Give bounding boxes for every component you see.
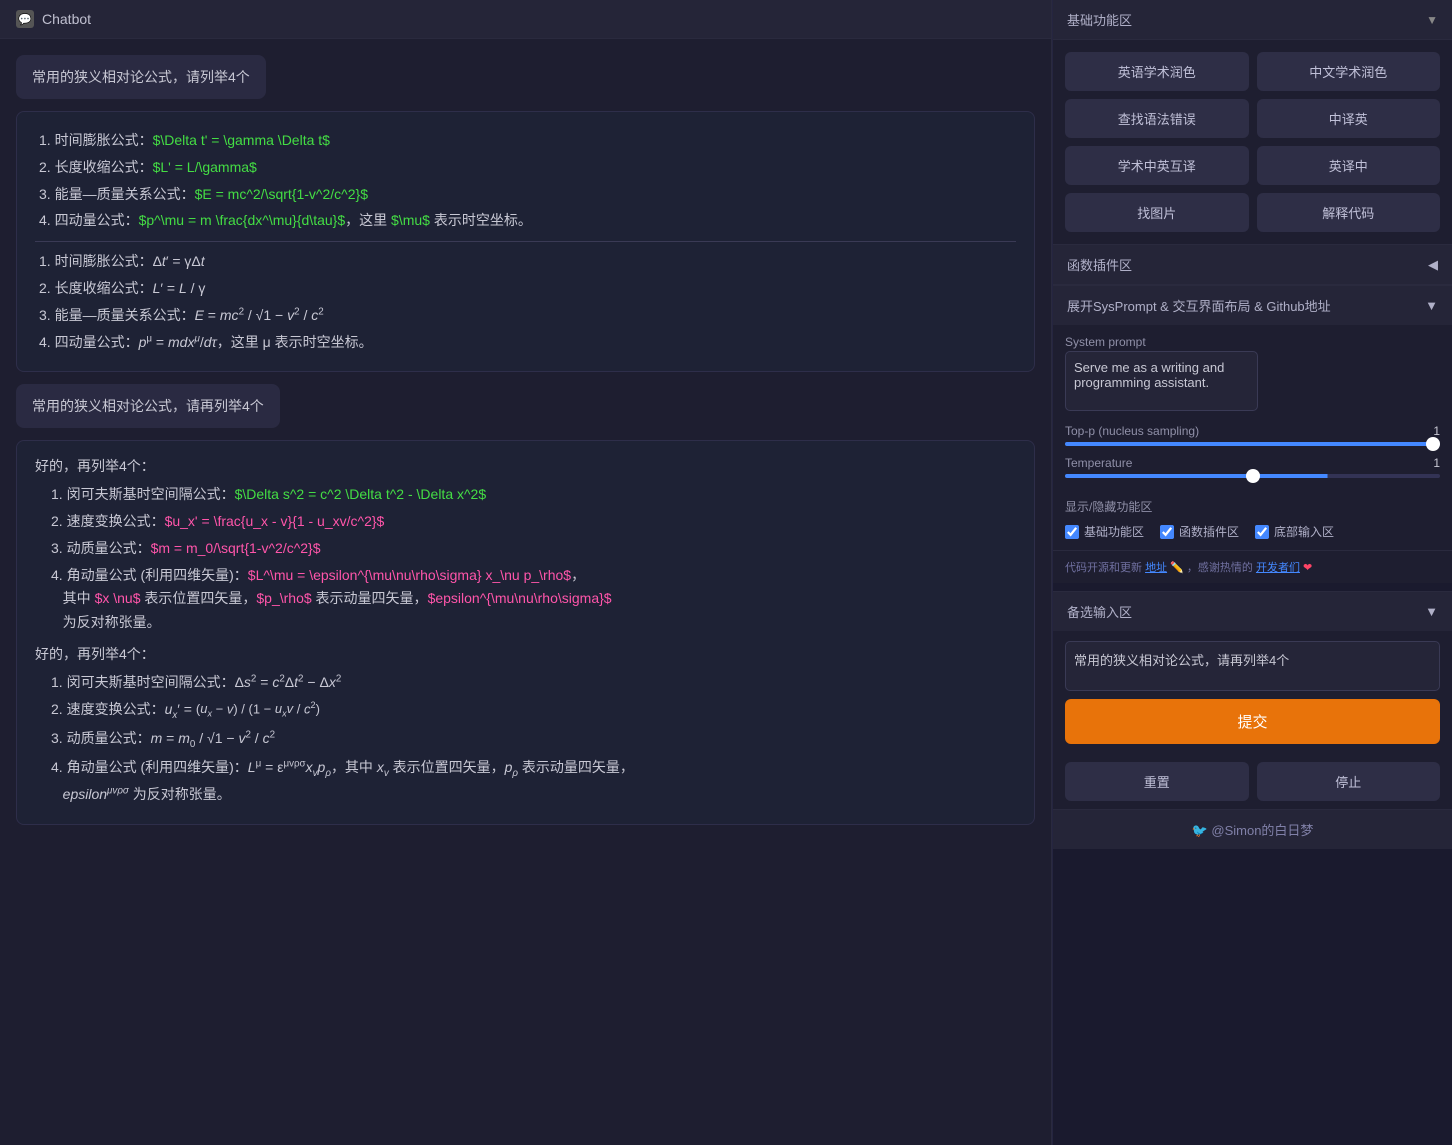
sysprompt-header[interactable]: 展开SysPrompt & 交互界面布局 & Github地址 ▼	[1053, 286, 1452, 325]
chat-header: 💬 Chatbot	[0, 0, 1051, 39]
btn-explain-code[interactable]: 解释代码	[1257, 193, 1441, 232]
btn-en-to-zh[interactable]: 英译中	[1257, 146, 1441, 185]
top-p-value: 1	[1433, 424, 1440, 438]
checkbox-plugin[interactable]: 函数插件区	[1160, 523, 1239, 540]
checkbox-row: 基础功能区 函数插件区 底部输入区	[1065, 523, 1440, 540]
show-hide-section: 显示/隐藏功能区 基础功能区 函数插件区 底部输入区	[1053, 488, 1452, 550]
temperature-slider[interactable]	[1065, 474, 1440, 478]
backup-textarea[interactable]: 常用的狭义相对论公式，请再列举4个	[1065, 641, 1440, 691]
source-line: 代码开源和更新 地址 ✏️ ，感谢热情的 开发者们 ❤	[1053, 550, 1452, 583]
btn-english-polish[interactable]: 英语学术润色	[1065, 52, 1249, 91]
right-panel: 基础功能区 ▼ 英语学术润色 中文学术润色 查找语法错误 中译英 学术中英互译 …	[1052, 0, 1452, 1145]
plugin-arrow: ◀	[1428, 257, 1438, 273]
btn-zh-to-en[interactable]: 中译英	[1257, 99, 1441, 138]
top-p-slider-row: Top-p (nucleus sampling) 1	[1065, 424, 1440, 446]
backup-body: 常用的狭义相对论公式，请再列举4个 提交	[1053, 631, 1452, 754]
backup-section: 备选输入区 ▼ 常用的狭义相对论公式，请再列举4个 提交 重置 停止	[1053, 591, 1452, 809]
user-message-2: 常用的狭义相对论公式，请再列举4个	[16, 384, 280, 428]
source-link[interactable]: 地址	[1145, 562, 1167, 574]
basic-functions-header[interactable]: 基础功能区 ▼	[1053, 0, 1452, 40]
btn-grammar-check[interactable]: 查找语法错误	[1065, 99, 1249, 138]
basic-functions-grid: 英语学术润色 中文学术润色 查找语法错误 中译英 学术中英互译 英译中 找图片 …	[1053, 40, 1452, 244]
temperature-value: 1	[1433, 456, 1440, 470]
plugin-section-header[interactable]: 函数插件区 ◀	[1053, 244, 1452, 285]
sysprompt-section: 展开SysPrompt & 交互界面布局 & Github地址 ▼ System…	[1053, 285, 1452, 583]
btn-academic-translate[interactable]: 学术中英互译	[1065, 146, 1249, 185]
chat-panel: 💬 Chatbot 常用的狭义相对论公式，请列举4个 1. 时间膨胀公式：$\D…	[0, 0, 1052, 1145]
show-hide-label: 显示/隐藏功能区	[1065, 498, 1440, 515]
reset-button[interactable]: 重置	[1065, 762, 1249, 801]
btn-find-image[interactable]: 找图片	[1065, 193, 1249, 232]
user-message-1: 常用的狭义相对论公式，请列举4个	[16, 55, 266, 99]
sysprompt-textarea[interactable]: Serve me as a writing and programming as…	[1065, 351, 1258, 411]
sysprompt-body: System prompt Serve me as a writing and …	[1053, 325, 1452, 488]
checkbox-basic-functions[interactable]: 基础功能区	[1065, 523, 1144, 540]
stop-button[interactable]: 停止	[1257, 762, 1441, 801]
top-p-label: Top-p (nucleus sampling)	[1065, 424, 1199, 438]
backup-header[interactable]: 备选输入区 ▼	[1053, 592, 1452, 631]
sysprompt-arrow: ▼	[1425, 298, 1438, 313]
assistant-message-1: 1. 时间膨胀公式：$\Delta t' = \gamma \Delta t$ …	[16, 111, 1035, 372]
temperature-label: Temperature	[1065, 456, 1132, 470]
basic-functions-arrow: ▼	[1426, 13, 1438, 27]
btn-chinese-polish[interactable]: 中文学术润色	[1257, 52, 1441, 91]
assistant-message-2: 好的，再列举4个： 1. 闵可夫斯基时空间隔公式：$\Delta s^2 = c…	[16, 440, 1035, 824]
watermark-bar: 🐦 @Simon的白日梦	[1053, 809, 1452, 849]
developers-link[interactable]: 开发者们	[1256, 562, 1300, 574]
submit-button[interactable]: 提交	[1065, 699, 1440, 744]
bottom-buttons: 重置 停止	[1053, 754, 1452, 809]
chat-icon: 💬	[16, 10, 34, 28]
checkbox-bottom-input[interactable]: 底部输入区	[1255, 523, 1334, 540]
backup-arrow: ▼	[1425, 604, 1438, 619]
top-p-slider[interactable]	[1065, 442, 1440, 446]
temperature-slider-row: Temperature 1	[1065, 456, 1440, 478]
chat-title: Chatbot	[42, 11, 91, 27]
weibo-icon: 🐦	[1192, 823, 1212, 838]
chat-messages: 常用的狭义相对论公式，请列举4个 1. 时间膨胀公式：$\Delta t' = …	[0, 39, 1051, 1145]
sysprompt-label: System prompt	[1065, 335, 1440, 349]
